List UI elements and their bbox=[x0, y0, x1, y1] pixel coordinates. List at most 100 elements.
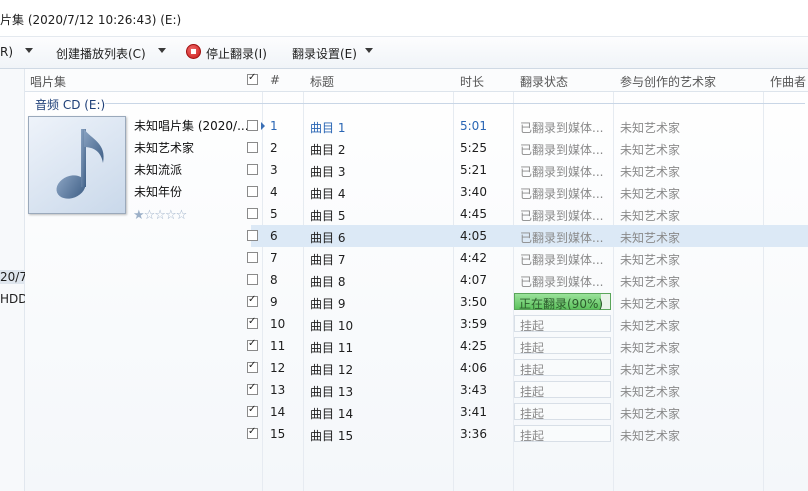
track-title: 曲目 4 bbox=[310, 187, 346, 201]
track-checkbox[interactable] bbox=[247, 360, 258, 373]
track-row[interactable]: 7 曲目 7 4:42 已翻录到媒体... 未知艺术家 bbox=[247, 247, 808, 269]
track-number: 8 bbox=[270, 273, 278, 287]
toolbar: R) 创建播放列表(C) 停止翻录(I) 翻录设置(E) bbox=[0, 37, 808, 69]
rip-status: 挂起 bbox=[520, 341, 545, 355]
track-checkbox[interactable] bbox=[247, 404, 258, 417]
header-title[interactable]: 标题 bbox=[310, 73, 334, 90]
toolbar-item-partial[interactable]: R) bbox=[0, 45, 13, 59]
track-checkbox[interactable] bbox=[247, 208, 258, 219]
nav-item[interactable]: 20/7 bbox=[0, 270, 27, 284]
rip-status: 正在翻录(90%) bbox=[519, 297, 604, 311]
track-row[interactable]: 4 曲目 4 3:40 已翻录到媒体... 未知艺术家 bbox=[247, 181, 808, 203]
track-row[interactable]: 2 曲目 2 5:25 已翻录到媒体... 未知艺术家 bbox=[247, 137, 808, 159]
rip-status: 已翻录到媒体... bbox=[520, 275, 604, 289]
track-number: 2 bbox=[270, 141, 278, 155]
track-checkbox[interactable] bbox=[247, 426, 258, 439]
rip-status: 挂起 bbox=[520, 319, 545, 333]
now-playing-icon bbox=[261, 122, 265, 130]
header-contributing-artists[interactable]: 参与创作的艺术家 bbox=[620, 73, 716, 90]
track-title: 曲目 6 bbox=[310, 231, 346, 245]
track-title: 曲目 7 bbox=[310, 253, 346, 267]
track-title: 曲目 5 bbox=[310, 209, 346, 223]
chevron-down-icon[interactable] bbox=[25, 48, 33, 53]
track-row[interactable]: 10 曲目 10 3:59 挂起 未知艺术家 bbox=[247, 313, 808, 335]
rip-status: 挂起 bbox=[520, 385, 545, 399]
track-checkbox[interactable] bbox=[247, 252, 258, 263]
track-artist: 未知艺术家 bbox=[620, 121, 681, 135]
track-title: 曲目 14 bbox=[310, 407, 354, 421]
window-title: 片集 (2020/7/12 10:26:43) (E:) bbox=[0, 13, 182, 27]
navigation-pane: 20/7 HDD bbox=[0, 69, 28, 491]
track-checkbox[interactable] bbox=[247, 294, 258, 307]
track-number: 4 bbox=[270, 185, 278, 199]
create-playlist-button[interactable]: 创建播放列表(C) bbox=[56, 45, 146, 62]
track-length: 4:06 bbox=[460, 361, 487, 375]
track-number: 9 bbox=[270, 295, 278, 309]
track-checkbox[interactable] bbox=[247, 164, 258, 175]
track-row[interactable]: 13 曲目 13 3:43 挂起 未知艺术家 bbox=[247, 379, 808, 401]
track-row[interactable]: 6 曲目 6 4:05 已翻录到媒体... 未知艺术家 bbox=[247, 225, 808, 247]
track-checkbox[interactable] bbox=[247, 274, 258, 285]
track-row[interactable]: 12 曲目 12 4:06 挂起 未知艺术家 bbox=[247, 357, 808, 379]
track-number: 1 bbox=[270, 119, 278, 133]
group-header[interactable]: 音频 CD (E:) bbox=[35, 96, 105, 113]
track-title: 曲目 2 bbox=[310, 143, 346, 157]
track-checkbox[interactable] bbox=[247, 186, 258, 197]
track-artist: 未知艺术家 bbox=[620, 297, 681, 311]
header-rip-status[interactable]: 翻录状态 bbox=[520, 73, 568, 90]
album-name: 未知唱片集 (2020/... bbox=[134, 119, 249, 133]
rip-status: 已翻录到媒体... bbox=[520, 253, 604, 267]
track-length: 5:25 bbox=[460, 141, 487, 155]
header-album[interactable]: 唱片集 bbox=[30, 73, 66, 90]
select-all-checkbox[interactable] bbox=[247, 72, 258, 85]
header-composer[interactable]: 作曲者 bbox=[770, 73, 806, 90]
track-row[interactable]: 15 曲目 15 3:36 挂起 未知艺术家 bbox=[247, 423, 808, 445]
album-artist: 未知艺术家 bbox=[134, 141, 195, 155]
track-row[interactable]: 8 曲目 8 4:07 已翻录到媒体... 未知艺术家 bbox=[247, 269, 808, 291]
track-length: 4:42 bbox=[460, 251, 487, 265]
rip-status: 已翻录到媒体... bbox=[520, 231, 604, 245]
track-checkbox[interactable] bbox=[247, 142, 258, 153]
header-length[interactable]: 时长 bbox=[460, 73, 484, 90]
track-length: 3:36 bbox=[460, 427, 487, 441]
rip-status: 已翻录到媒体... bbox=[520, 209, 604, 223]
track-length: 4:45 bbox=[460, 207, 487, 221]
stop-rip-button[interactable]: 停止翻录(I) bbox=[206, 45, 267, 62]
track-number: 10 bbox=[270, 317, 286, 331]
chevron-down-icon[interactable] bbox=[158, 48, 166, 53]
track-title: 曲目 13 bbox=[310, 385, 354, 399]
track-length: 5:01 bbox=[460, 119, 487, 133]
track-checkbox[interactable] bbox=[247, 120, 258, 131]
rating-stars[interactable]: ★☆☆☆☆ bbox=[133, 208, 187, 223]
nav-item[interactable]: HDD bbox=[0, 292, 28, 306]
stop-icon[interactable] bbox=[186, 44, 201, 59]
track-artist: 未知艺术家 bbox=[620, 231, 681, 245]
track-row[interactable]: 1 曲目 1 5:01 已翻录到媒体... 未知艺术家 bbox=[247, 115, 808, 137]
track-length: 3:50 bbox=[460, 295, 487, 309]
track-checkbox[interactable] bbox=[247, 316, 258, 329]
album-art[interactable] bbox=[28, 116, 126, 214]
track-length: 3:59 bbox=[460, 317, 487, 331]
track-artist: 未知艺术家 bbox=[620, 143, 681, 157]
track-row[interactable]: 5 曲目 5 4:45 已翻录到媒体... 未知艺术家 bbox=[247, 203, 808, 225]
track-artist: 未知艺术家 bbox=[620, 363, 681, 377]
album-year: 未知年份 bbox=[134, 185, 183, 199]
rip-status: 已翻录到媒体... bbox=[520, 121, 604, 135]
track-artist: 未知艺术家 bbox=[620, 429, 681, 443]
track-row[interactable]: 14 曲目 14 3:41 挂起 未知艺术家 bbox=[247, 401, 808, 423]
track-artist: 未知艺术家 bbox=[620, 253, 681, 267]
track-row[interactable]: 9 曲目 9 3:50 正在翻录(90%) 未知艺术家 bbox=[247, 291, 808, 313]
track-artist: 未知艺术家 bbox=[620, 407, 681, 421]
track-row[interactable]: 11 曲目 11 4:25 挂起 未知艺术家 bbox=[247, 335, 808, 357]
track-checkbox[interactable] bbox=[247, 382, 258, 395]
track-checkbox[interactable] bbox=[247, 230, 258, 241]
track-number: 11 bbox=[270, 339, 286, 353]
rip-settings-button[interactable]: 翻录设置(E) bbox=[292, 45, 357, 62]
track-list-pane: 唱片集 # 标题 时长 翻录状态 参与创作的艺术家 作曲者 音频 CD (E:)… bbox=[25, 69, 808, 491]
header-number[interactable]: # bbox=[270, 73, 280, 87]
track-number: 14 bbox=[270, 405, 286, 419]
track-row[interactable]: 3 曲目 3 5:21 已翻录到媒体... 未知艺术家 bbox=[247, 159, 808, 181]
chevron-down-icon[interactable] bbox=[365, 48, 373, 53]
track-length: 4:25 bbox=[460, 339, 487, 353]
track-checkbox[interactable] bbox=[247, 338, 258, 351]
